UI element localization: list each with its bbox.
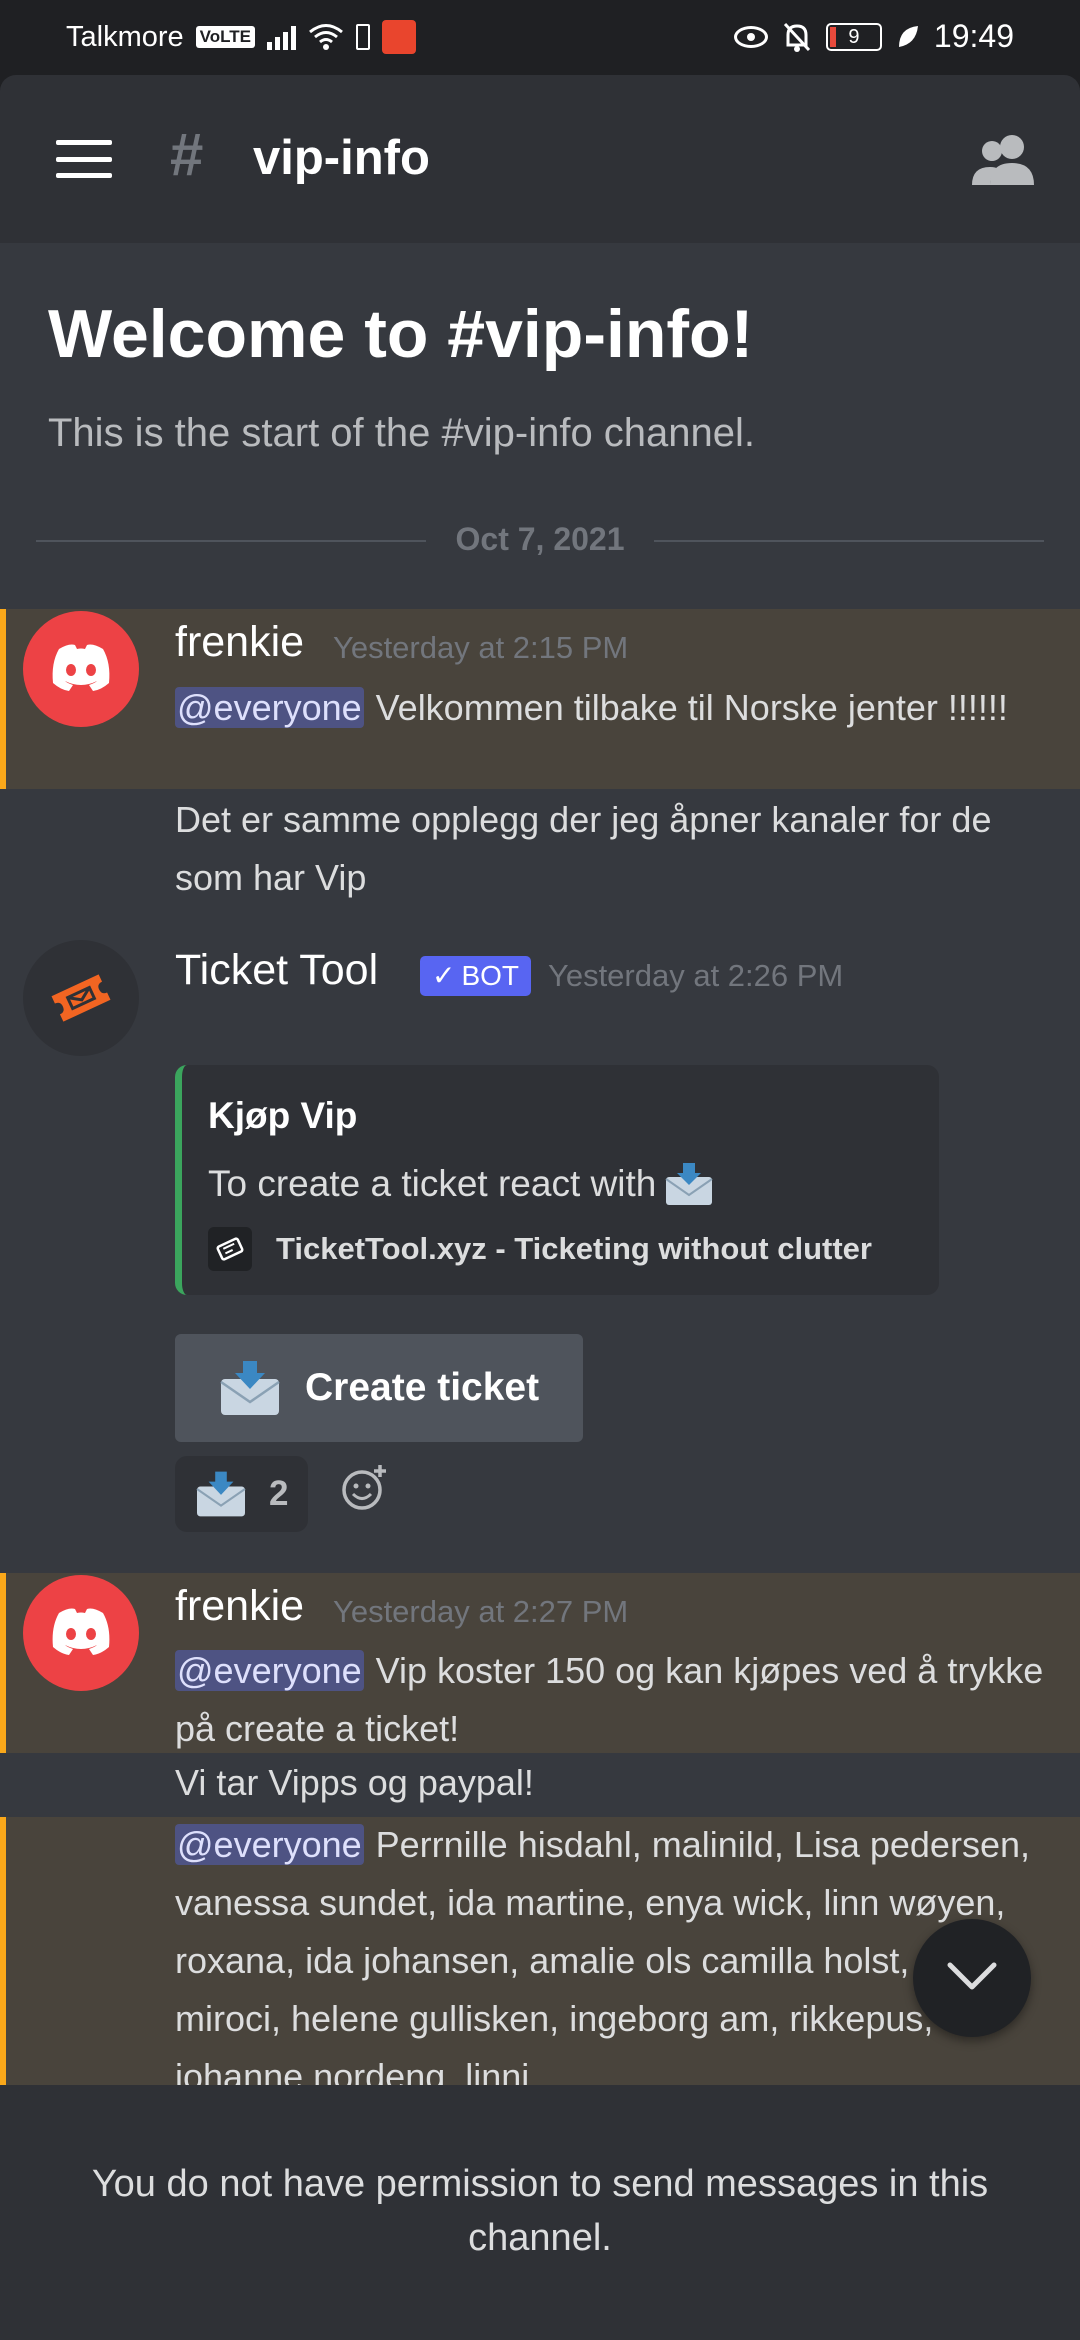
message-content-followup: Vi tar Vipps og paypal! [175, 1762, 534, 1803]
create-ticket-button[interactable]: Create ticket [175, 1334, 583, 1442]
embed-title: Kjøp Vip [208, 1095, 358, 1136]
embed-description-text: To create a ticket react with [208, 1163, 657, 1204]
channel-header: # vip-info [0, 75, 1080, 243]
reaction-count: 2 [269, 1474, 289, 1513]
clock: 19:49 [933, 18, 1014, 54]
mention-bar [0, 609, 6, 789]
mute-bell-icon [783, 22, 811, 52]
app-notification-icon [381, 20, 416, 54]
date-divider-line-right [654, 540, 1044, 542]
tickettool-footer-icon [208, 1227, 252, 1271]
avatar[interactable] [23, 611, 139, 727]
welcome-title: Welcome to #vip-info! [48, 296, 754, 372]
message-content: @everyone Vip koster 150 og kan kjøpes ve… [175, 1642, 1065, 1758]
members-icon[interactable] [970, 133, 1038, 185]
message-text: Velkommen tilbake til Norske jenter !!!!… [375, 687, 1008, 728]
embed: Kjøp Vip To create a ticket react with T… [175, 1065, 939, 1295]
status-bar: Talkmore VoLTE 9 19:49 [0, 0, 1080, 75]
chevron-down-icon [947, 1962, 997, 1990]
carrier-label: Talkmore [66, 20, 184, 53]
channel-title: vip-info [253, 131, 430, 185]
bot-avatar[interactable] [23, 940, 139, 1056]
eye-icon [733, 25, 768, 48]
menu-icon[interactable] [56, 140, 112, 178]
input-area: You do not have permission to send messa… [0, 2085, 1080, 2340]
add-reaction-icon[interactable] [340, 1463, 390, 1513]
message-timestamp: Yesterday at 2:26 PM [548, 958, 844, 993]
embed-footer: TicketTool.xyz - Ticketing without clutt… [208, 1227, 872, 1271]
wifi-icon [309, 24, 343, 50]
message-author[interactable]: frenkie [175, 1582, 304, 1631]
discord-logo-icon [52, 1608, 110, 1655]
mention-everyone[interactable]: @everyone [175, 1650, 364, 1691]
ticket-icon [51, 974, 111, 1022]
mention-bar [0, 1817, 6, 2085]
embed-footer-text: TicketTool.xyz - Ticketing without clutt… [276, 1231, 872, 1266]
inbox-tray-icon [220, 1361, 280, 1415]
message-author[interactable]: frenkie [175, 618, 304, 667]
discord-logo-icon [52, 644, 110, 691]
bot-tag-label: BOT [461, 960, 520, 991]
welcome-subtitle: This is the start of the #vip-info chann… [48, 411, 756, 455]
phone-icon [355, 24, 370, 50]
create-ticket-label: Create ticket [305, 1366, 540, 1409]
verified-check-icon: ✓ [432, 960, 456, 991]
mention-everyone[interactable]: @everyone [175, 687, 364, 728]
message-content: @everyone Velkommen tilbake til Norske je… [175, 679, 1065, 737]
message-content-followup: Det er samme opplegg der jeg åpner kanal… [175, 799, 992, 898]
channel-hash-icon: # [170, 121, 204, 188]
leaf-icon [898, 25, 918, 47]
battery-icon: 9 [825, 22, 882, 51]
volte-icon: VoLTE [195, 26, 255, 48]
inbox-tray-icon [665, 1163, 713, 1205]
message-timestamp: Yesterday at 2:15 PM [333, 630, 629, 665]
message-timestamp: Yesterday at 2:27 PM [333, 1594, 629, 1629]
signal-icon [266, 24, 296, 50]
message-list[interactable]: Welcome to #vip-info! This is the start … [0, 243, 1080, 2085]
embed-description: To create a ticket react with [208, 1161, 714, 1207]
no-permission-notice: You do not have permission to send messa… [91, 2163, 989, 2259]
battery-level: 9 [848, 25, 860, 48]
jump-to-bottom-button[interactable] [913, 1919, 1031, 2037]
reaction-inbox-tray[interactable]: 2 [175, 1456, 308, 1532]
bot-tag: ✓ BOT [420, 956, 532, 996]
mention-bar [0, 1573, 6, 1753]
inbox-tray-icon [196, 1471, 246, 1517]
message-author[interactable]: Ticket Tool [175, 946, 378, 995]
avatar[interactable] [23, 1575, 139, 1691]
mention-everyone[interactable]: @everyone [175, 1824, 364, 1865]
